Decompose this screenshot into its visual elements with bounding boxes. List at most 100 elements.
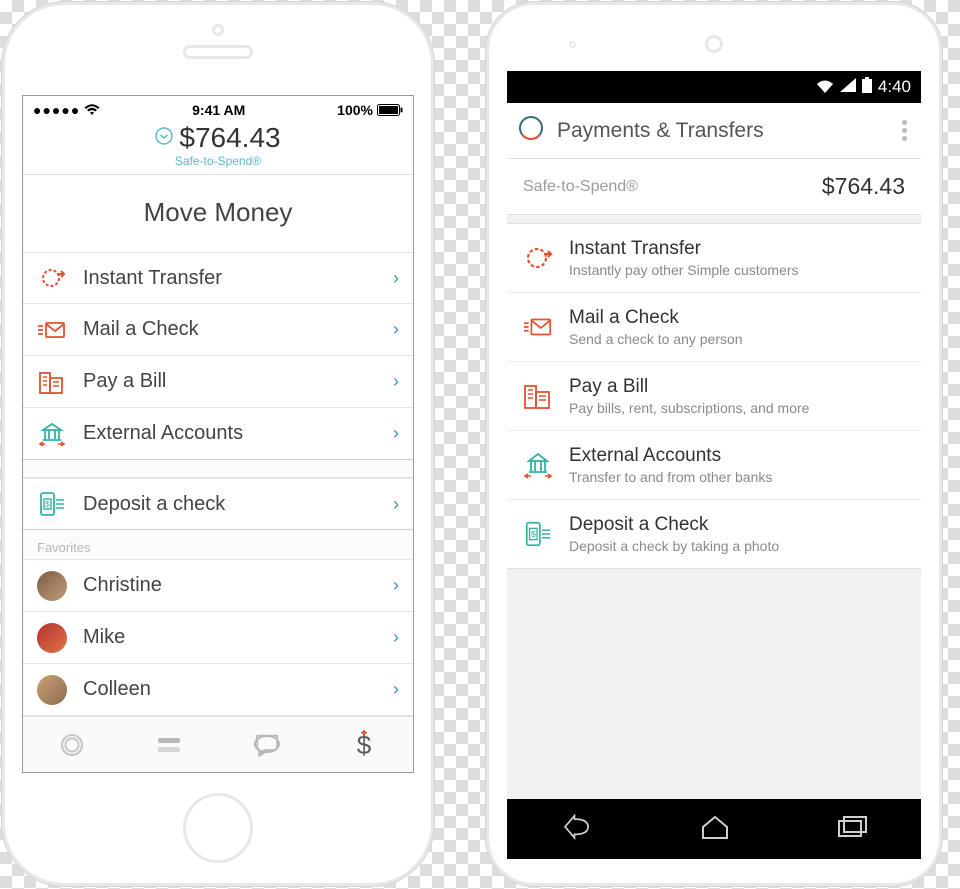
row-mail-check[interactable]: Mail a Check ›: [23, 304, 413, 356]
ios-signal: ●●●●●: [33, 102, 100, 118]
android-menu-list: Instant Transfer Instantly pay other Sim…: [507, 223, 921, 569]
ios-tabbar: $: [23, 716, 413, 772]
battery-pct: 100%: [337, 102, 373, 118]
action-bar-title: Payments & Transfers: [557, 119, 892, 143]
row-deposit-check[interactable]: $ Deposit a check ›: [23, 478, 413, 530]
row-label: Pay a Bill: [83, 370, 377, 393]
external-accounts-icon: [523, 450, 553, 480]
row-subtitle: Pay bills, rent, subscriptions, and more: [569, 400, 809, 416]
iphone-screen: ●●●●● 9:41 AM 100% $764.43 Safe-to-Spend…: [22, 95, 414, 773]
iphone-device-frame: ●●●●● 9:41 AM 100% $764.43 Safe-to-Spend…: [2, 2, 434, 886]
iphone-speaker: [183, 45, 253, 59]
row-label: External Accounts: [83, 422, 377, 445]
ios-status-bar: ●●●●● 9:41 AM 100%: [23, 96, 413, 122]
signal-icon: [840, 77, 856, 97]
favorite-row[interactable]: Mike ›: [23, 612, 413, 664]
row-label: Instant Transfer: [83, 267, 377, 290]
favorite-row[interactable]: Christine ›: [23, 560, 413, 612]
avatar: [37, 675, 67, 705]
ios-time: 9:41 AM: [192, 102, 245, 118]
row-external-accounts[interactable]: External Accounts ›: [23, 408, 413, 460]
iphone-home-button[interactable]: [183, 793, 253, 863]
safe-to-spend-row[interactable]: Safe-to-Spend® $764.43: [507, 159, 921, 215]
ios-menu-list: Instant Transfer › Mail a Check › Pay a …: [23, 252, 413, 716]
android-screen: 4:40 Payments & Transfers Safe-to-Spend®…: [507, 71, 921, 859]
wifi-icon: [816, 80, 834, 94]
android-device-frame: 4:40 Payments & Transfers Safe-to-Spend®…: [486, 2, 942, 886]
ios-battery: 100%: [337, 102, 403, 118]
safe-to-spend-amount: $764.43: [822, 173, 905, 200]
instant-transfer-icon: [523, 243, 553, 273]
favorite-name: Colleen: [83, 678, 377, 701]
logo-tab-icon[interactable]: [54, 730, 90, 760]
row-pay-bill[interactable]: Pay a Bill Pay bills, rent, subscription…: [507, 362, 921, 431]
app-logo-icon[interactable]: [515, 112, 547, 149]
chevron-down-icon: [155, 127, 173, 150]
row-external-accounts[interactable]: External Accounts Transfer to and from o…: [507, 431, 921, 500]
deposit-check-icon: $: [523, 519, 553, 549]
home-nav-icon[interactable]: [699, 814, 731, 845]
money-tab-icon[interactable]: $: [346, 730, 382, 760]
chevron-right-icon: ›: [393, 627, 399, 648]
deposit-check-icon: $: [37, 489, 67, 519]
safe-to-spend-label: Safe-to-Spend®: [523, 178, 638, 196]
ios-balance-header[interactable]: $764.43 Safe-to-Spend®: [23, 122, 413, 175]
row-subtitle: Send a check to any person: [569, 331, 743, 347]
wifi-icon: [84, 104, 100, 116]
battery-icon: [377, 104, 403, 116]
android-speaker: [705, 35, 723, 53]
signal-dots: ●●●●●: [33, 102, 80, 118]
chevron-right-icon: ›: [393, 268, 399, 289]
chevron-right-icon: ›: [393, 494, 399, 515]
avatar: [37, 571, 67, 601]
mail-check-icon: [523, 312, 553, 342]
back-nav-icon[interactable]: [560, 814, 594, 845]
favorites-header: Favorites: [23, 530, 413, 560]
pay-bill-icon: [37, 367, 67, 397]
avatar: [37, 623, 67, 653]
mail-check-icon: [37, 315, 67, 345]
instant-transfer-icon: [37, 263, 67, 293]
row-title: External Accounts: [569, 445, 772, 467]
row-subtitle: Instantly pay other Simple customers: [569, 262, 799, 278]
recent-nav-icon[interactable]: [836, 815, 868, 844]
svg-text:$: $: [531, 529, 536, 539]
android-nav-bar: [507, 799, 921, 859]
safe-to-spend-label: Safe-to-Spend®: [23, 154, 413, 168]
row-subtitle: Deposit a check by taking a photo: [569, 538, 779, 554]
svg-text:$: $: [45, 500, 50, 509]
row-subtitle: Transfer to and from other banks: [569, 469, 772, 485]
chat-tab-icon[interactable]: [249, 732, 285, 758]
chevron-right-icon: ›: [393, 319, 399, 340]
battery-icon: [862, 77, 872, 98]
row-pay-bill[interactable]: Pay a Bill ›: [23, 356, 413, 408]
chevron-right-icon: ›: [393, 575, 399, 596]
chevron-right-icon: ›: [393, 371, 399, 392]
pay-bill-icon: [523, 381, 553, 411]
overflow-menu-icon[interactable]: [902, 120, 913, 141]
iphone-camera-dot: [212, 24, 224, 36]
row-instant-transfer[interactable]: Instant Transfer ›: [23, 252, 413, 304]
chevron-right-icon: ›: [393, 423, 399, 444]
list-tab-icon[interactable]: [151, 735, 187, 755]
row-title: Pay a Bill: [569, 376, 809, 398]
row-instant-transfer[interactable]: Instant Transfer Instantly pay other Sim…: [507, 224, 921, 293]
chevron-right-icon: ›: [393, 679, 399, 700]
row-title: Instant Transfer: [569, 238, 799, 260]
row-title: Deposit a Check: [569, 514, 779, 536]
row-deposit-check[interactable]: $ Deposit a Check Deposit a check by tak…: [507, 500, 921, 568]
section-gap: [23, 460, 413, 478]
favorite-name: Mike: [83, 626, 377, 649]
balance-amount: $764.43: [179, 122, 280, 154]
row-label: Mail a Check: [83, 318, 377, 341]
favorite-name: Christine: [83, 574, 377, 597]
android-action-bar: Payments & Transfers: [507, 103, 921, 159]
row-mail-check[interactable]: Mail a Check Send a check to any person: [507, 293, 921, 362]
android-status-bar: 4:40: [507, 71, 921, 103]
row-title: Mail a Check: [569, 307, 743, 329]
android-sensor-dot: [569, 41, 576, 48]
android-time: 4:40: [878, 77, 911, 97]
page-title: Move Money: [23, 175, 413, 252]
favorite-row[interactable]: Colleen ›: [23, 664, 413, 716]
external-accounts-icon: [37, 419, 67, 449]
